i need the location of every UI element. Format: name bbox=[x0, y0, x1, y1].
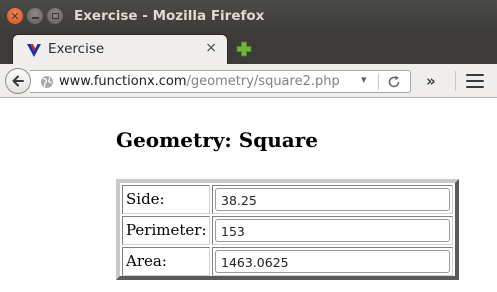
tab-exercise[interactable]: Exercise × bbox=[12, 34, 228, 64]
tab-close-button[interactable]: × bbox=[205, 40, 217, 56]
toolbar-overflow-button[interactable]: » bbox=[426, 72, 436, 90]
reload-icon[interactable] bbox=[387, 75, 401, 89]
page-content: Geometry: Square Side: Perimeter: Area: bbox=[0, 99, 497, 292]
minimize-icon bbox=[31, 17, 39, 19]
window-minimize-button[interactable] bbox=[27, 8, 43, 24]
square-form-table: Side: Perimeter: Area: bbox=[116, 179, 459, 280]
table-row-area: Area: bbox=[122, 247, 453, 277]
window-close-button[interactable]: ✕ bbox=[7, 8, 23, 24]
area-label: Area: bbox=[122, 247, 210, 276]
url-host: www.functionx.com bbox=[59, 74, 187, 89]
navigation-toolbar: www.functionx.com/geometry/square2.php ▾… bbox=[0, 64, 497, 98]
page-title: Geometry: Square bbox=[116, 128, 318, 152]
url-separator bbox=[378, 74, 379, 90]
perimeter-label: Perimeter: bbox=[122, 216, 210, 245]
perimeter-cell bbox=[212, 216, 453, 245]
side-label: Side: bbox=[122, 185, 210, 214]
window-maximize-button[interactable] bbox=[47, 8, 63, 24]
toolbar-separator bbox=[455, 71, 456, 91]
table-row-side: Side: bbox=[122, 185, 453, 215]
url-path: /geometry/square2.php bbox=[186, 74, 340, 89]
url-history-dropdown[interactable]: ▾ bbox=[361, 73, 367, 86]
back-button[interactable] bbox=[5, 68, 31, 94]
area-cell bbox=[212, 247, 453, 276]
hamburger-menu-icon[interactable] bbox=[466, 74, 484, 88]
functionx-v-icon bbox=[27, 44, 41, 57]
side-cell bbox=[212, 185, 453, 214]
side-input[interactable] bbox=[215, 188, 450, 211]
url-text[interactable]: www.functionx.com/geometry/square2.php bbox=[59, 74, 340, 89]
new-tab-button[interactable] bbox=[236, 41, 252, 57]
tab-label: Exercise bbox=[48, 41, 105, 57]
area-input[interactable] bbox=[215, 250, 450, 273]
perimeter-input[interactable] bbox=[215, 219, 450, 242]
url-bar[interactable]: www.functionx.com/geometry/square2.php ▾ bbox=[30, 70, 411, 93]
tab-strip: Exercise × bbox=[0, 32, 497, 64]
maximize-icon bbox=[51, 13, 59, 19]
window-title: Exercise - Mozilla Firefox bbox=[74, 8, 265, 24]
table-row-perimeter: Perimeter: bbox=[122, 216, 453, 246]
globe-icon bbox=[41, 76, 53, 88]
window-titlebar: ✕ Exercise - Mozilla Firefox bbox=[0, 0, 497, 32]
back-arrow-icon bbox=[12, 75, 24, 87]
close-icon: ✕ bbox=[10, 9, 20, 23]
